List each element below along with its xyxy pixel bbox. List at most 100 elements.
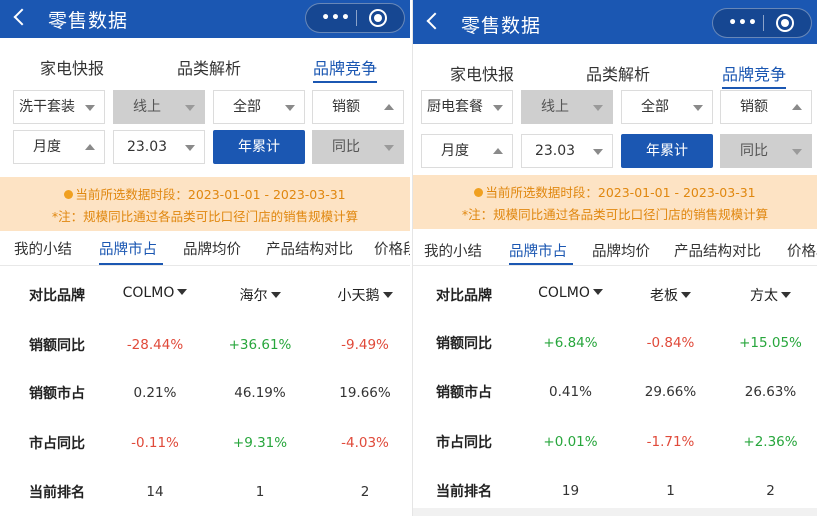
region-dropdown[interactable]: 全部	[213, 90, 305, 124]
caret-down-icon	[493, 105, 503, 111]
sub-tab-1[interactable]: 品牌市占	[99, 238, 157, 259]
table-cell: -9.49%	[341, 337, 389, 353]
table-cell: 2	[766, 483, 775, 499]
more-icon[interactable]: •••	[318, 9, 354, 27]
category-dropdown[interactable]: 厨电套餐	[421, 90, 513, 124]
notice-period-text: 当前所选数据时段：2023-01-01 - 2023-03-31	[75, 187, 346, 202]
sub-tab-0[interactable]: 我的小结	[424, 240, 482, 261]
brand-column-2[interactable]: 小天鹅	[315, 285, 410, 305]
top-tab-1[interactable]: 品类解析	[586, 61, 650, 85]
sub-tab-0[interactable]: 我的小结	[14, 238, 72, 259]
caret-down-icon	[270, 292, 281, 298]
table-cell: 19	[561, 483, 580, 499]
table-cell: -0.84%	[646, 335, 695, 351]
close-target-icon[interactable]	[369, 9, 387, 27]
table-cell: 29.66%	[644, 384, 697, 400]
row-label: 当前排名	[436, 484, 492, 500]
row-label: 市占同比	[436, 435, 492, 451]
capsule-divider	[763, 15, 764, 31]
month-dropdown[interactable]: 23.03	[113, 130, 205, 164]
caret-up-icon	[384, 104, 394, 110]
sub-tab-4[interactable]: 价格段	[374, 238, 410, 259]
table-cell: +0.01%	[543, 434, 598, 450]
table-cell: 2	[360, 484, 370, 500]
caret-down-icon	[593, 149, 603, 155]
sub-tab-2[interactable]: 品牌均价	[183, 238, 241, 259]
nav-bar: 零售数据 •••	[0, 0, 410, 38]
ytd-button[interactable]: 年累计	[213, 130, 305, 164]
caret-down-icon	[185, 105, 195, 111]
compare-dropdown[interactable]: 同比	[312, 130, 404, 164]
compare-label: 同比	[332, 139, 360, 155]
table-cell: -1.71%	[646, 434, 695, 450]
table-cell: 1	[255, 484, 265, 500]
brand-column-0[interactable]: COLMO	[105, 285, 205, 301]
brand-name: COLMO	[122, 285, 175, 301]
sub-tab-2[interactable]: 品牌均价	[592, 240, 650, 261]
brand-column-1[interactable]: 老板	[618, 285, 723, 305]
top-tab-2[interactable]: 品牌竞争	[313, 55, 378, 83]
brand-column-1[interactable]: 海尔	[210, 285, 310, 305]
notice-banner: 当前所选数据时段：2023-01-01 - 2023-03-31 *注：规模同比通…	[413, 175, 817, 229]
page-title: 零售数据	[461, 15, 542, 37]
compare-dropdown[interactable]: 同比	[720, 134, 812, 168]
period-dropdown[interactable]: 月度	[13, 130, 105, 164]
metric-dropdown-label: 销额	[740, 99, 768, 115]
sub-tab-4[interactable]: 价格段	[787, 240, 817, 261]
table-cell: 46.19%	[234, 385, 286, 401]
brand-name: 方太	[750, 288, 778, 304]
table-cell: 19.66%	[339, 385, 391, 401]
table-cell: 26.63%	[744, 384, 797, 400]
caret-up-icon	[493, 148, 503, 154]
top-tab-0[interactable]: 家电快报	[450, 61, 514, 85]
table-cell: +9.31%	[232, 435, 288, 451]
notice-period-line: 当前所选数据时段：2023-01-01 - 2023-03-31	[0, 184, 410, 203]
back-icon[interactable]	[13, 8, 31, 26]
table-header-label: 对比品牌	[29, 288, 85, 304]
top-tab-1[interactable]: 品类解析	[177, 55, 241, 79]
table-cell: 14	[146, 484, 164, 500]
row-label: 销额市占	[436, 385, 492, 401]
notice-note-line: *注：规模同比通过各品类可比口径门店的销售规模计算	[51, 209, 359, 224]
channel-dropdown[interactable]: 线上	[521, 90, 613, 124]
caret-down-icon	[592, 289, 603, 295]
back-icon[interactable]	[426, 12, 444, 30]
region-dropdown-label: 全部	[233, 99, 261, 115]
brand-column-0[interactable]: COLMO	[518, 285, 623, 301]
category-dropdown-label: 厨电套餐	[427, 99, 483, 115]
period-dropdown[interactable]: 月度	[421, 134, 513, 168]
table-cell: -4.03%	[341, 435, 389, 451]
table-cell: 0.41%	[549, 384, 592, 400]
brand-column-2[interactable]: 方太	[718, 285, 817, 305]
metric-dropdown[interactable]: 销额	[720, 90, 812, 124]
channel-dropdown[interactable]: 线上	[113, 90, 205, 124]
table-cell: -0.11%	[131, 435, 179, 451]
metric-dropdown-label: 销额	[332, 99, 360, 115]
sub-tab-3[interactable]: 产品结构对比	[266, 238, 353, 259]
ytd-button[interactable]: 年累计	[621, 134, 713, 168]
close-target-icon[interactable]	[776, 14, 794, 32]
dot-icon	[474, 188, 484, 197]
sub-tab-3[interactable]: 产品结构对比	[674, 240, 761, 261]
right-phone-panel: 零售数据 ••• 家电快报 品类解析 品牌竞争厨电套餐 线上 全部 销额月度 23.03 年累计 同…	[412, 0, 817, 516]
caret-down-icon	[185, 145, 195, 151]
caret-down-icon	[681, 292, 691, 298]
sub-tab-1[interactable]: 品牌市占	[509, 240, 567, 261]
nav-bar: 零售数据 •••	[413, 0, 817, 44]
caret-down-icon	[285, 105, 295, 111]
region-dropdown[interactable]: 全部	[621, 90, 713, 124]
more-icon[interactable]: •••	[725, 14, 761, 32]
brand-name: 老板	[650, 288, 678, 304]
dot-icon	[64, 190, 74, 199]
brand-name: 海尔	[239, 288, 268, 304]
table-cell: +15.05%	[739, 335, 802, 351]
table-cell: -28.44%	[126, 337, 184, 353]
menu-capsule: •••	[712, 8, 812, 38]
row-label: 销额同比	[436, 336, 492, 352]
top-tab-2[interactable]: 品牌竞争	[722, 61, 787, 89]
month-dropdown[interactable]: 23.03	[521, 134, 613, 168]
caret-down-icon	[693, 105, 703, 111]
category-dropdown[interactable]: 洗干套装	[13, 90, 105, 124]
metric-dropdown[interactable]: 销额	[312, 90, 404, 124]
top-tab-0[interactable]: 家电快报	[40, 55, 104, 79]
